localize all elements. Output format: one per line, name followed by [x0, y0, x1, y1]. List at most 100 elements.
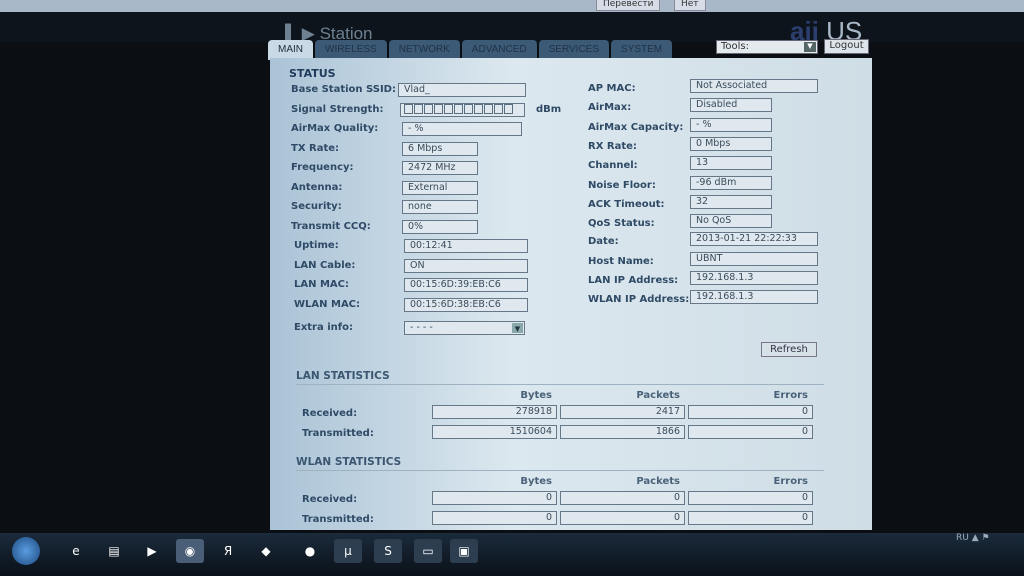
wlan-stats-title: WLAN STATISTICS: [296, 456, 402, 468]
tab-wireless[interactable]: WIRELESS: [315, 40, 387, 59]
divider: [296, 384, 824, 385]
main-tabs: MAIN WIRELESS NETWORK ADVANCED SERVICES …: [268, 40, 673, 60]
status-label: RX Rate:: [588, 140, 637, 152]
status-value: 2013-01-21 22:22:33: [690, 232, 818, 247]
status-label: Base Station SSID:: [291, 84, 396, 95]
winamp-icon[interactable]: ●: [296, 539, 324, 563]
stats-header: Errors: [773, 476, 808, 487]
status-label: Date:: [588, 236, 619, 248]
stats-value: 0: [688, 491, 813, 505]
status-value: -96 dBm: [690, 175, 772, 190]
tools-label: Tools:: [721, 41, 750, 52]
yandex-icon[interactable]: Я: [214, 539, 242, 563]
status-value: No QoS: [690, 214, 772, 229]
status-value: 192.168.1.3: [690, 290, 818, 305]
status-value: External: [402, 180, 478, 195]
system-tray: RU ▲ ⚑: [956, 533, 990, 543]
utorrent-icon[interactable]: µ: [334, 539, 362, 563]
tab-advanced[interactable]: ADVANCED: [461, 40, 537, 59]
app2-icon[interactable]: ▣: [450, 539, 478, 563]
language-indicator[interactable]: RU: [956, 533, 969, 543]
ie-icon[interactable]: e: [62, 539, 90, 563]
status-value: - %: [690, 117, 772, 132]
stats-value: 0: [688, 425, 813, 439]
status-label: LAN Cable:: [294, 259, 356, 271]
explorer-icon[interactable]: ▤: [100, 539, 128, 563]
stats-value: 0: [432, 511, 557, 525]
status-label: Channel:: [588, 160, 638, 172]
translate-bar: Перевести Нет: [0, 0, 1024, 12]
taskbar: e ▤ ▶ ◉ Я ◆ ● µ S ▭ ▣ RU ▲ ⚑: [0, 533, 1024, 576]
status-label: AirMax Capacity:: [588, 121, 684, 133]
chrome-icon[interactable]: ◉: [176, 539, 204, 563]
stats-value: 278918: [432, 405, 557, 419]
stats-value: 0: [560, 511, 685, 525]
status-label: LAN IP Address:: [588, 275, 679, 286]
stats-value: 0: [432, 491, 557, 505]
stats-value: 0: [688, 405, 813, 419]
status-value: 2472 MHz: [402, 161, 478, 175]
stats-row-label: Received:: [302, 494, 358, 505]
translate-button[interactable]: Перевести: [596, 0, 661, 11]
header: ▌ ▶ Station aii US: [0, 12, 1024, 46]
status-label: Noise Floor:: [588, 179, 656, 191]
status-label: Antenna:: [291, 181, 343, 193]
status-value: 0%: [402, 219, 478, 234]
logout-button[interactable]: Logout: [824, 39, 869, 54]
stats-header: Bytes: [520, 390, 552, 401]
tools-select[interactable]: Tools: ▼: [716, 40, 818, 54]
stats-header: Errors: [773, 390, 808, 401]
stats-value: 2417: [560, 405, 685, 419]
window-icon[interactable]: ▭: [414, 539, 442, 563]
status-value: Disabled: [690, 98, 772, 113]
main-panel: STATUS Base Station SSID: Vlad_ Signal Str…: [270, 58, 872, 530]
stats-header: Packets: [636, 390, 680, 401]
status-label: Host Name:: [588, 255, 654, 267]
status-label: ACK Timeout:: [588, 198, 665, 210]
status-value: UBNT: [690, 251, 818, 266]
stats-row-label: Transmitted:: [302, 514, 374, 525]
chevron-down-icon: ▼: [512, 323, 523, 333]
status-label: WLAN IP Address:: [588, 294, 690, 306]
tab-network[interactable]: NETWORK: [388, 40, 460, 59]
status-label: LAN MAC:: [294, 279, 349, 290]
tab-services[interactable]: SERVICES: [538, 40, 610, 59]
tab-system[interactable]: SYSTEM: [611, 40, 673, 59]
status-value: 32: [690, 194, 772, 209]
stats-value: 0: [688, 511, 813, 525]
no-button[interactable]: Нет: [674, 0, 706, 11]
status-label: Transmit CCQ:: [291, 220, 371, 232]
status-label: AP MAC:: [588, 83, 636, 94]
status-value: 00:15:6D:39:EB:C6: [404, 278, 528, 292]
refresh-button[interactable]: Refresh: [761, 342, 817, 357]
status-label: Security:: [291, 201, 342, 212]
stats-value: 1510604: [432, 425, 557, 439]
app-icon[interactable]: ◆: [252, 539, 280, 563]
stats-header: Packets: [636, 476, 680, 487]
media-icon[interactable]: ▶: [138, 539, 166, 563]
status-label: Uptime:: [294, 240, 339, 251]
status-value: Not Associated: [690, 79, 818, 93]
tab-main[interactable]: MAIN: [268, 40, 313, 60]
stats-row-label: Received:: [302, 408, 358, 419]
status-label: TX Rate:: [291, 142, 340, 154]
start-button[interactable]: [12, 537, 40, 565]
status-value: 192.168.1.3: [690, 271, 818, 285]
status-value: ON: [404, 258, 528, 273]
status-value: - %: [402, 122, 522, 136]
extra-info-value: - - - -: [410, 322, 433, 333]
divider: [296, 470, 824, 471]
skype-icon[interactable]: S: [374, 539, 402, 563]
extra-info-select[interactable]: - - - - ▼: [404, 321, 525, 335]
stats-value: 1866: [560, 425, 685, 439]
lan-stats-title: LAN STATISTICS: [296, 370, 390, 382]
status-value: 6 Mbps: [402, 141, 478, 156]
status-label: Frequency:: [291, 162, 354, 173]
status-value: 00:12:41: [404, 239, 528, 253]
ssid-field: Vlad_: [398, 83, 526, 97]
status-value: 0 Mbps: [690, 136, 772, 151]
signal-strength-meter: [400, 102, 525, 117]
status-value: 13: [690, 156, 772, 171]
status-value: none: [402, 200, 478, 214]
status-label: AirMax:: [588, 102, 632, 114]
